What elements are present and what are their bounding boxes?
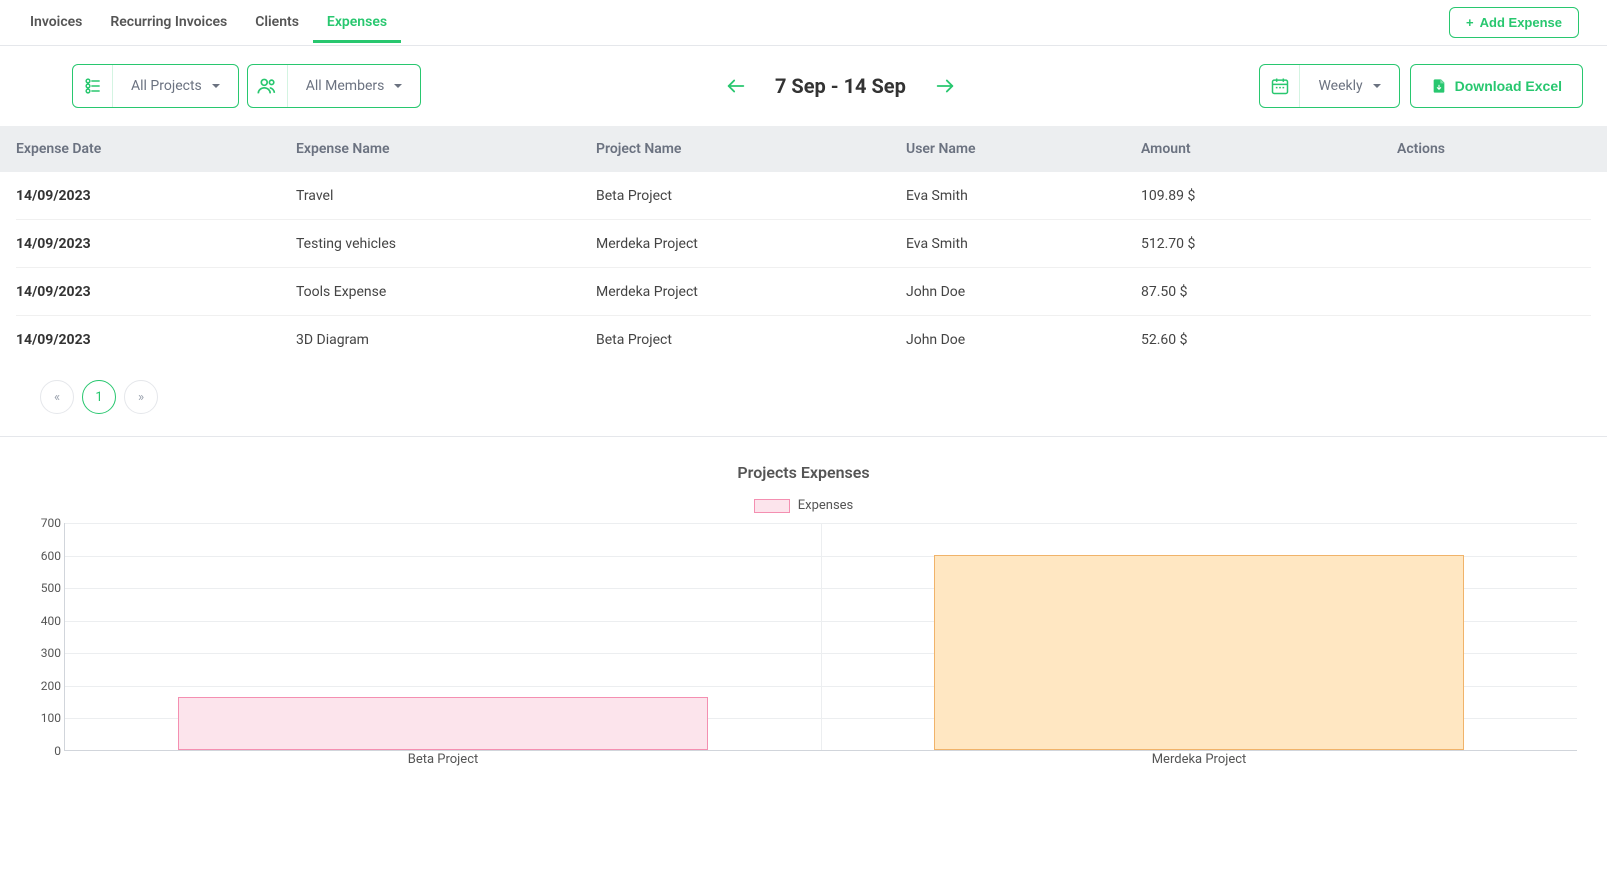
tab-recurring-invoices[interactable]: Recurring Invoices xyxy=(96,2,241,43)
next-period-button[interactable] xyxy=(934,75,956,97)
tab-invoices[interactable]: Invoices xyxy=(16,2,96,43)
pagination-prev-button[interactable]: « xyxy=(40,380,74,414)
calendar-icon xyxy=(1260,65,1300,107)
cell-date: 14/09/2023 xyxy=(16,284,296,300)
download-excel-button[interactable]: Download Excel xyxy=(1410,64,1583,108)
chevron-down-icon xyxy=(394,84,402,88)
table-header-row: Expense Date Expense Name Project Name U… xyxy=(0,126,1607,172)
add-expense-button[interactable]: + Add Expense xyxy=(1449,7,1579,38)
cell-date: 14/09/2023 xyxy=(16,332,296,348)
th-amount: Amount xyxy=(1141,141,1341,157)
th-project-name: Project Name xyxy=(596,141,906,157)
chart-ytick: 200 xyxy=(27,679,61,693)
toolbar: All Projects All Members 7 Sep - 14 Sep xyxy=(0,46,1607,126)
projects-icon xyxy=(73,65,113,107)
cell-amount: 52.60 $ xyxy=(1141,332,1341,348)
chart-xlabels: Beta ProjectMerdeka Project xyxy=(65,752,1577,772)
chart-xlabel: Beta Project xyxy=(65,752,821,772)
chart-section: Projects Expenses Expenses 0100200300400… xyxy=(0,437,1607,781)
chart-plot: 0100200300400500600700Beta ProjectMerdek… xyxy=(64,523,1577,751)
table-row: 14/09/2023 Testing vehicles Merdeka Proj… xyxy=(16,220,1591,268)
projects-filter-label: All Projects xyxy=(131,78,202,94)
cell-name: Testing vehicles xyxy=(296,236,596,252)
chevron-down-icon xyxy=(1373,84,1381,88)
cell-amount: 109.89 $ xyxy=(1141,188,1341,204)
members-filter-label: All Members xyxy=(306,78,385,94)
chart-ytick: 100 xyxy=(27,711,61,725)
cell-project: Merdeka Project xyxy=(596,284,906,300)
th-expense-name: Expense Name xyxy=(296,141,596,157)
chart-bar xyxy=(178,697,707,750)
chart-vertical-separator xyxy=(821,523,822,750)
chart-ytick: 700 xyxy=(27,516,61,530)
cell-user: John Doe xyxy=(906,332,1141,348)
pagination-page-1[interactable]: 1 xyxy=(82,380,116,414)
cell-amount: 512.70 $ xyxy=(1141,236,1341,252)
date-range-nav: 7 Sep - 14 Sep xyxy=(429,74,1251,98)
th-expense-date: Expense Date xyxy=(16,141,296,157)
chart-ytick: 600 xyxy=(27,549,61,563)
cell-name: 3D Diagram xyxy=(296,332,596,348)
frequency-filter[interactable]: Weekly xyxy=(1259,64,1399,108)
chart-ytick: 300 xyxy=(27,646,61,660)
cell-user: Eva Smith xyxy=(906,236,1141,252)
cell-user: John Doe xyxy=(906,284,1141,300)
table-row: 14/09/2023 3D Diagram Beta Project John … xyxy=(16,316,1591,364)
cell-project: Beta Project xyxy=(596,188,906,204)
chart-area: 0100200300400500600700Beta ProjectMerdek… xyxy=(64,523,1577,771)
add-expense-label: Add Expense xyxy=(1480,15,1562,30)
cell-name: Tools Expense xyxy=(296,284,596,300)
cell-name: Travel xyxy=(296,188,596,204)
tab-expenses[interactable]: Expenses xyxy=(313,2,401,43)
legend-label: Expenses xyxy=(798,498,854,513)
tabs-left: Invoices Recurring Invoices Clients Expe… xyxy=(16,2,401,43)
tab-clients[interactable]: Clients xyxy=(241,2,313,43)
download-excel-label: Download Excel xyxy=(1455,78,1562,94)
cell-project: Merdeka Project xyxy=(596,236,906,252)
th-user-name: User Name xyxy=(906,141,1141,157)
table-row: 14/09/2023 Travel Beta Project Eva Smith… xyxy=(16,172,1591,220)
chart-ytick: 400 xyxy=(27,614,61,628)
chart-ytick: 500 xyxy=(27,581,61,595)
chart-ytick: 0 xyxy=(27,744,61,758)
date-range-label: 7 Sep - 14 Sep xyxy=(775,74,906,98)
cell-user: Eva Smith xyxy=(906,188,1141,204)
chevron-down-icon xyxy=(212,84,220,88)
table-row: 14/09/2023 Tools Expense Merdeka Project… xyxy=(16,268,1591,316)
cell-project: Beta Project xyxy=(596,332,906,348)
pagination-next-button[interactable]: » xyxy=(124,380,158,414)
download-file-icon xyxy=(1431,78,1447,94)
pagination: « 1 » xyxy=(0,364,1607,436)
members-filter[interactable]: All Members xyxy=(247,64,422,108)
cell-amount: 87.50 $ xyxy=(1141,284,1341,300)
projects-filter[interactable]: All Projects xyxy=(72,64,239,108)
cell-date: 14/09/2023 xyxy=(16,236,296,252)
plus-icon: + xyxy=(1466,15,1474,30)
legend-swatch xyxy=(754,499,790,513)
th-actions: Actions xyxy=(1341,141,1501,157)
chart-title: Projects Expenses xyxy=(24,463,1583,482)
chart-legend: Expenses xyxy=(24,498,1583,513)
cell-date: 14/09/2023 xyxy=(16,188,296,204)
tab-bar: Invoices Recurring Invoices Clients Expe… xyxy=(0,0,1607,46)
table-body: 14/09/2023 Travel Beta Project Eva Smith… xyxy=(0,172,1607,364)
prev-period-button[interactable] xyxy=(725,75,747,97)
chart-bar xyxy=(934,555,1463,750)
members-icon xyxy=(248,65,288,107)
chart-xlabel: Merdeka Project xyxy=(821,752,1577,772)
frequency-filter-label: Weekly xyxy=(1318,78,1362,94)
